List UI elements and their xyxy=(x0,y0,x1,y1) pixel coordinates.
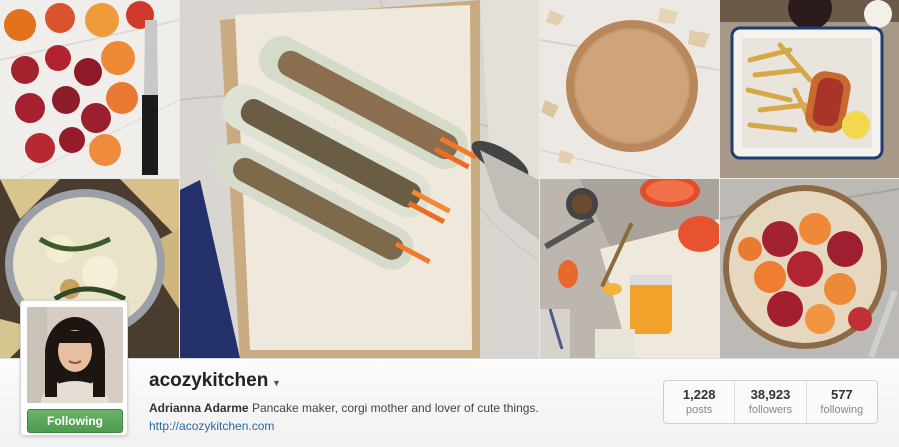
stat-followers[interactable]: 38,923 followers xyxy=(735,381,807,423)
spring-rolls-image xyxy=(180,0,539,358)
photo-blood-oranges[interactable] xyxy=(0,0,179,178)
photo-grid xyxy=(0,0,899,358)
photo-tart-crust[interactable] xyxy=(540,0,719,178)
username: acozykitchen xyxy=(149,370,269,391)
followers-label: followers xyxy=(748,404,793,416)
following-count: 577 xyxy=(830,387,853,402)
photo-orange-tart[interactable] xyxy=(720,179,899,358)
bio-text: Pancake maker, corgi mother and lover of… xyxy=(251,401,539,415)
stat-following[interactable]: 577 following xyxy=(807,381,877,423)
bio: Adrianna Adarme Pancake maker, corgi mot… xyxy=(149,401,539,415)
orange-tart-image xyxy=(720,179,899,358)
blood-oranges-image xyxy=(0,0,179,178)
posts-label: posts xyxy=(686,404,713,416)
posts-count: 1,228 xyxy=(682,387,716,402)
followers-count: 38,923 xyxy=(750,387,791,402)
photo-spring-rolls[interactable] xyxy=(180,0,539,358)
website-link[interactable]: http://acozykitchen.com xyxy=(149,419,274,433)
following-label: following xyxy=(820,404,864,416)
grapefruit-curd-image xyxy=(540,179,719,358)
caret-down-icon[interactable]: ▼ xyxy=(272,378,281,388)
avatar[interactable] xyxy=(27,307,123,403)
following-button[interactable]: Following xyxy=(27,409,123,433)
photo-grapefruit-curd[interactable] xyxy=(540,179,719,358)
avatar-image xyxy=(27,307,123,403)
tart-crust-image xyxy=(540,0,719,178)
profile-card: Following xyxy=(20,300,128,436)
stat-posts[interactable]: 1,228 posts xyxy=(664,381,736,423)
stats-box: 1,228 posts 38,923 followers 577 followi… xyxy=(663,380,878,424)
full-name: Adrianna Adarme xyxy=(149,401,249,415)
fries-hotdog-image xyxy=(720,0,899,178)
photo-fries-hotdog[interactable] xyxy=(720,0,899,178)
